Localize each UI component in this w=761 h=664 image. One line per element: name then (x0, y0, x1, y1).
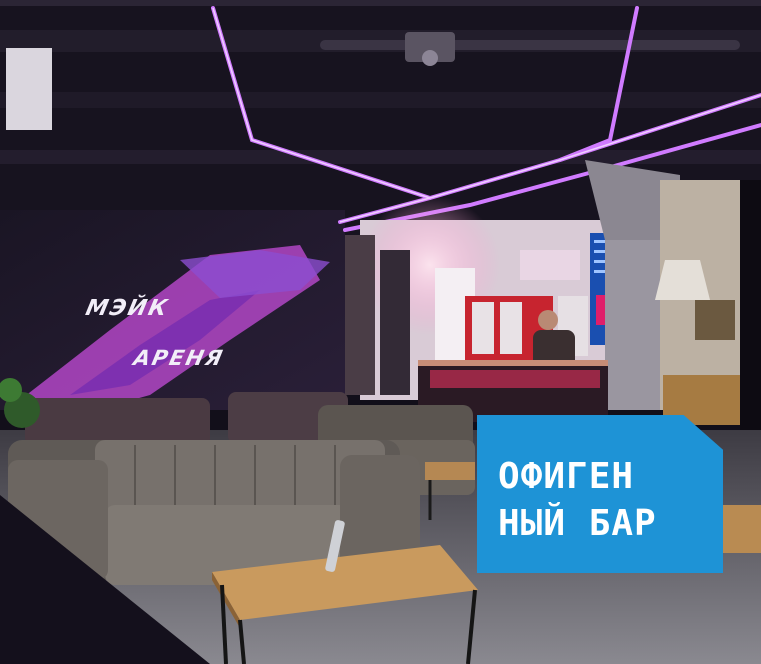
wall-sign-line-1: МЭЙК (83, 296, 172, 321)
caption-line-1: ОФИГЕН (498, 456, 635, 497)
caption-badge: ОФИГЕН НЫЙ БАР (477, 415, 723, 573)
lounge-photo: МЭЙК АРЕНЯ ОФИГЕН НЫЙ БАР (0, 0, 761, 664)
wall-sign-line-2: АРЕНЯ (131, 346, 227, 370)
caption-line-2: НЫЙ БАР (498, 503, 657, 544)
